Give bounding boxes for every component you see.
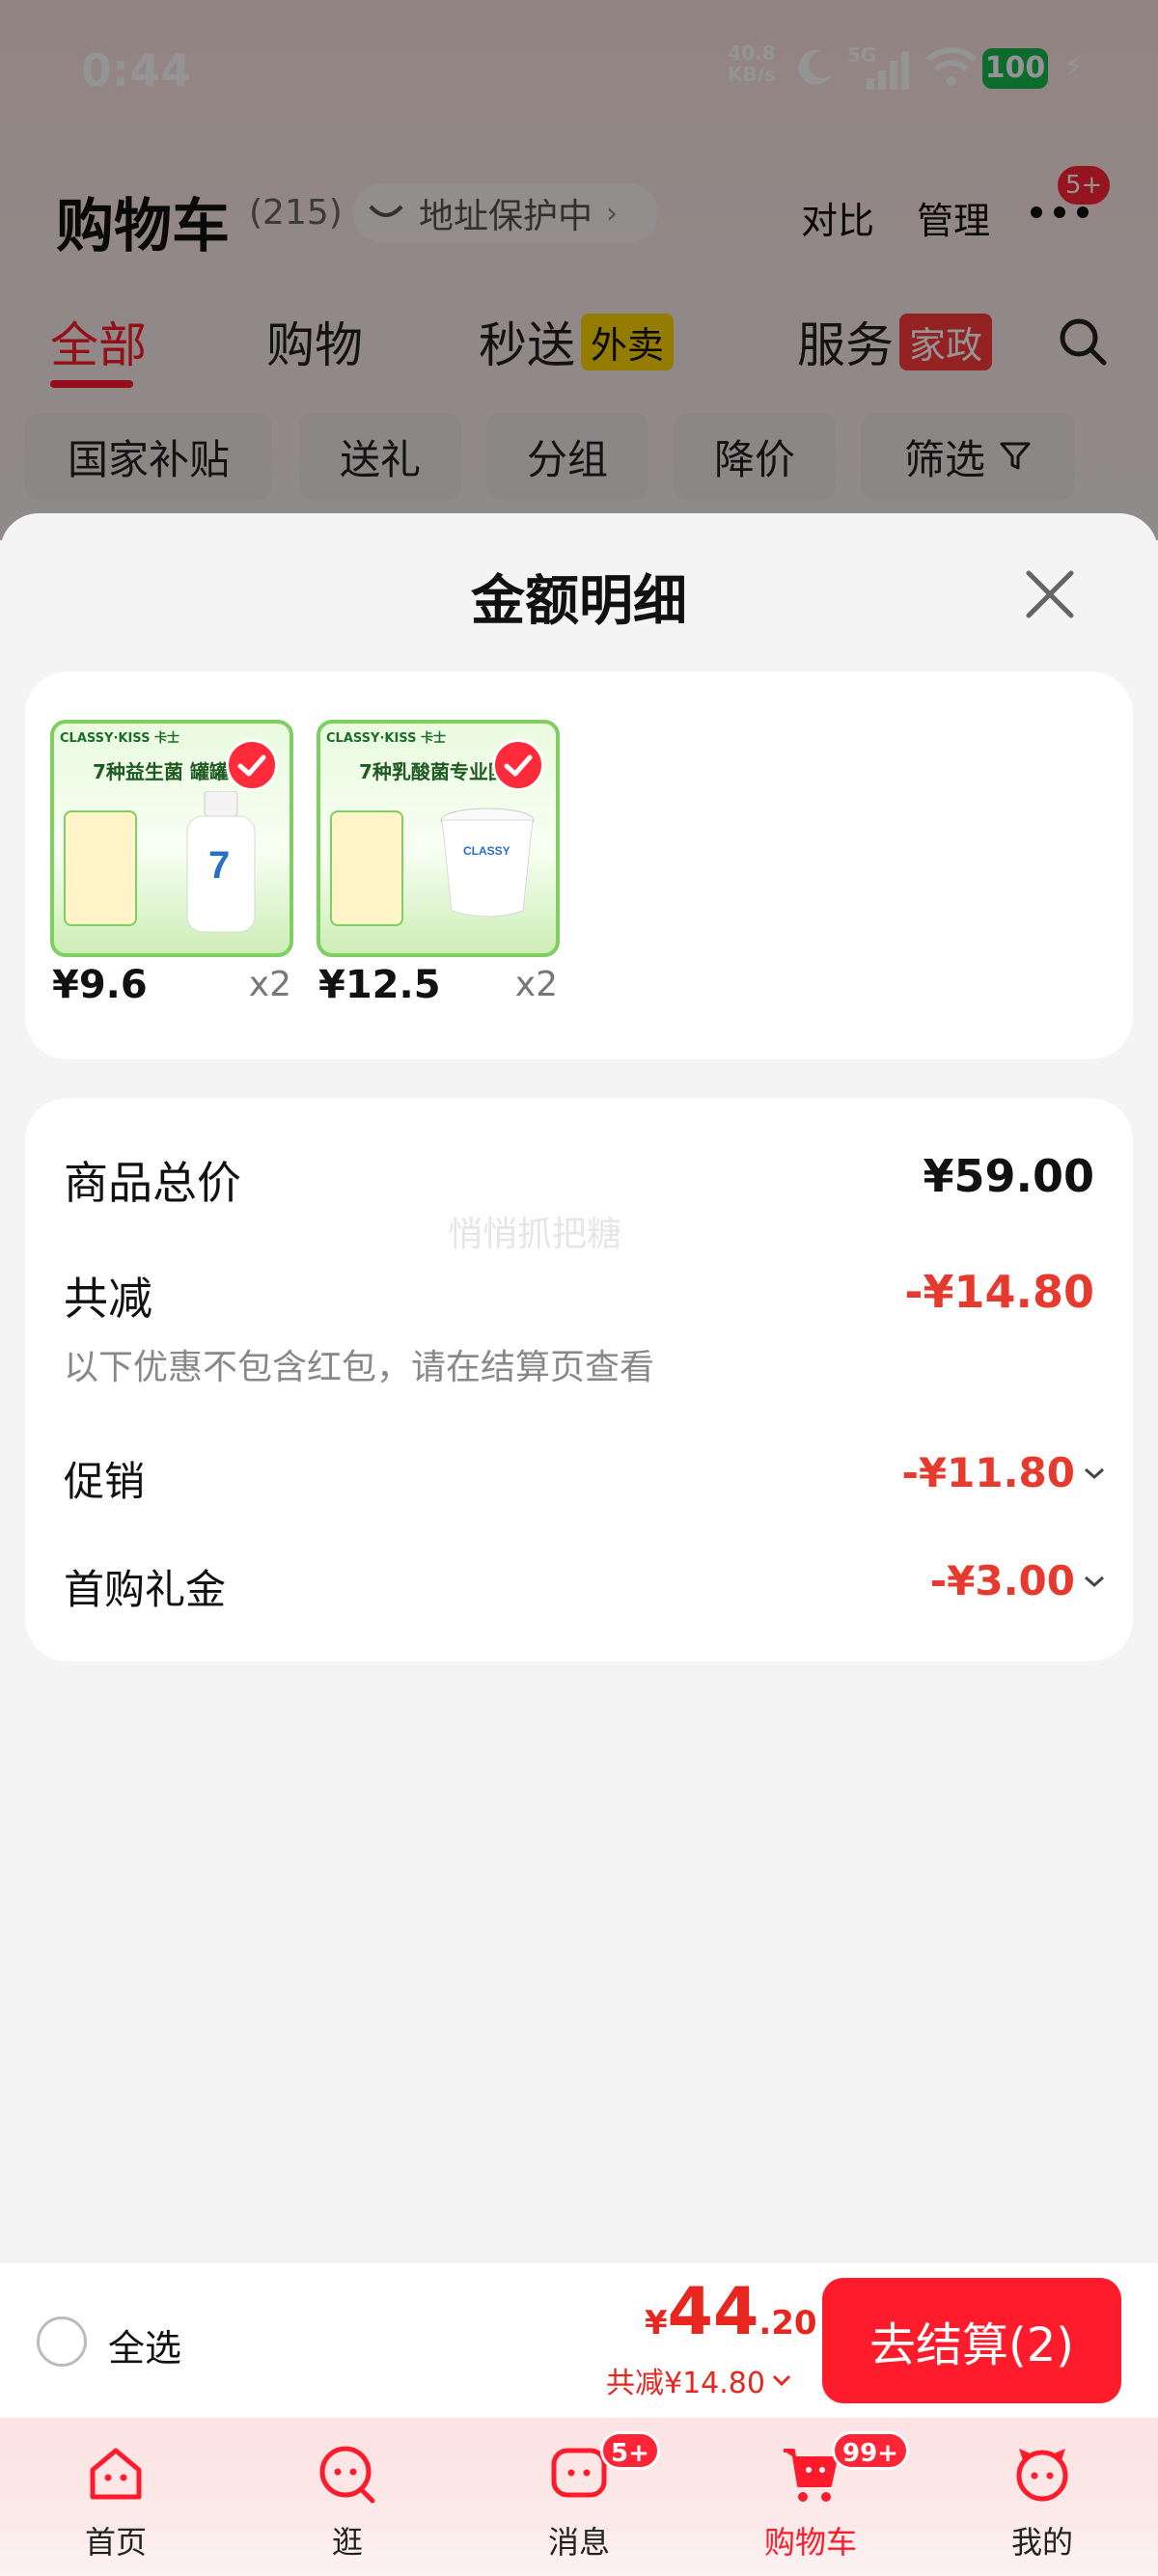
yogurt-bottle-icon: 7	[186, 791, 256, 933]
product-brand: CLASSY·KISS 卡士	[60, 731, 179, 746]
svg-text:CLASSY: CLASSY	[463, 844, 510, 858]
nav-profile[interactable]: 我的	[975, 2435, 1110, 2570]
selected-check-icon	[226, 739, 278, 791]
yogurt-cup-icon: CLASSY	[440, 808, 535, 918]
sheet-title: 金额明细	[471, 570, 687, 633]
product-price: ¥9.6	[52, 963, 148, 1007]
savings-toggle[interactable]: 共减¥14.80	[606, 2359, 792, 2401]
amount-detail-sheet: 金额明细 CLASSY·KISS 卡士 7种益生菌 罐罐杯 7 ¥9.6 x2 …	[0, 513, 1158, 2265]
currency-symbol: ¥	[645, 2304, 668, 2343]
profile-icon	[1016, 2449, 1068, 2502]
product-brand: CLASSY·KISS 卡士	[326, 731, 446, 746]
nav-label: 逛	[331, 2524, 363, 2561]
promo-label: 促销	[64, 1458, 146, 1505]
product-quantity: x2	[248, 965, 291, 1004]
browse-icon	[319, 2446, 375, 2504]
checkout-bar: 全选 ¥44.20 共减¥14.80 去结算(2)	[0, 2261, 1158, 2418]
messages-badge: 5+	[600, 2431, 660, 2470]
amount-decimal: .20	[758, 2304, 817, 2343]
product-image: CLASSY·KISS 卡士 7种乳酸菌专业团 CLASSY	[317, 720, 560, 957]
product-price: ¥12.5	[318, 963, 441, 1007]
cart-badge: 99+	[832, 2431, 909, 2470]
home-icon	[90, 2448, 142, 2500]
total-amount: ¥44.20	[645, 2274, 817, 2350]
nav-label: 消息	[547, 2524, 610, 2561]
promo-value: -¥11.80	[901, 1449, 1075, 1496]
discount-note: 以下优惠不包含红包，请在结算页查看	[64, 1348, 655, 1387]
modal-overlay[interactable]	[0, 0, 1158, 540]
selected-check-icon	[492, 739, 544, 791]
product-slogan: 7种益生菌 罐罐杯	[93, 760, 248, 783]
total-price-value: ¥59.00	[923, 1150, 1094, 1202]
chevron-down-icon	[772, 2374, 791, 2387]
product-slogan: 7种乳酸菌专业团	[359, 760, 508, 783]
gift-value: -¥3.00	[929, 1557, 1075, 1604]
checkout-button[interactable]: 去结算(2)	[822, 2278, 1121, 2403]
amount-integer: 44	[667, 2274, 759, 2350]
savings-text: 共减¥14.80	[606, 2367, 765, 2400]
bottom-navigation: 首页 逛 5+ 消息 99+ 购物车 我的	[0, 2418, 1158, 2576]
close-icon[interactable]	[1021, 565, 1079, 623]
reduction-label: 共减	[64, 1273, 152, 1325]
nav-label: 首页	[84, 2524, 147, 2561]
nav-home[interactable]: 首页	[48, 2435, 183, 2570]
chevron-down-icon	[1085, 1467, 1104, 1479]
nav-cart[interactable]: 99+ 购物车	[743, 2431, 909, 2570]
total-price-label: 商品总价	[64, 1157, 241, 1209]
nav-label: 购物车	[763, 2524, 857, 2561]
price-breakdown-card: 悄悄抓把糖 商品总价 ¥59.00 共减 -¥14.80 以下优惠不包含红包，请…	[25, 1098, 1133, 1661]
products-card: CLASSY·KISS 卡士 7种益生菌 罐罐杯 7 ¥9.6 x2 CLASS…	[25, 671, 1133, 1059]
select-all-label[interactable]: 全选	[108, 2318, 181, 2371]
reduction-value: -¥14.80	[904, 1266, 1094, 1318]
svg-text:7: 7	[208, 844, 230, 887]
nav-messages[interactable]: 5+ 消息	[511, 2431, 660, 2570]
product-quantity: x2	[514, 965, 558, 1004]
first-purchase-gift-label: 首购礼金	[64, 1566, 227, 1613]
nav-label: 我的	[1010, 2524, 1073, 2561]
product-image: CLASSY·KISS 卡士 7种益生菌 罐罐杯 7	[50, 720, 293, 957]
nav-browse[interactable]: 逛	[280, 2435, 415, 2570]
select-all-checkbox[interactable]	[37, 2316, 87, 2367]
promo-row-toggle[interactable]: -¥11.80	[901, 1449, 1106, 1496]
chevron-down-icon	[1085, 1576, 1104, 1587]
promo-sticker	[330, 810, 403, 926]
watermark-text: 悄悄抓把糖	[448, 1215, 622, 1254]
promo-sticker	[64, 810, 137, 926]
gift-row-toggle[interactable]: -¥3.00	[930, 1557, 1106, 1604]
